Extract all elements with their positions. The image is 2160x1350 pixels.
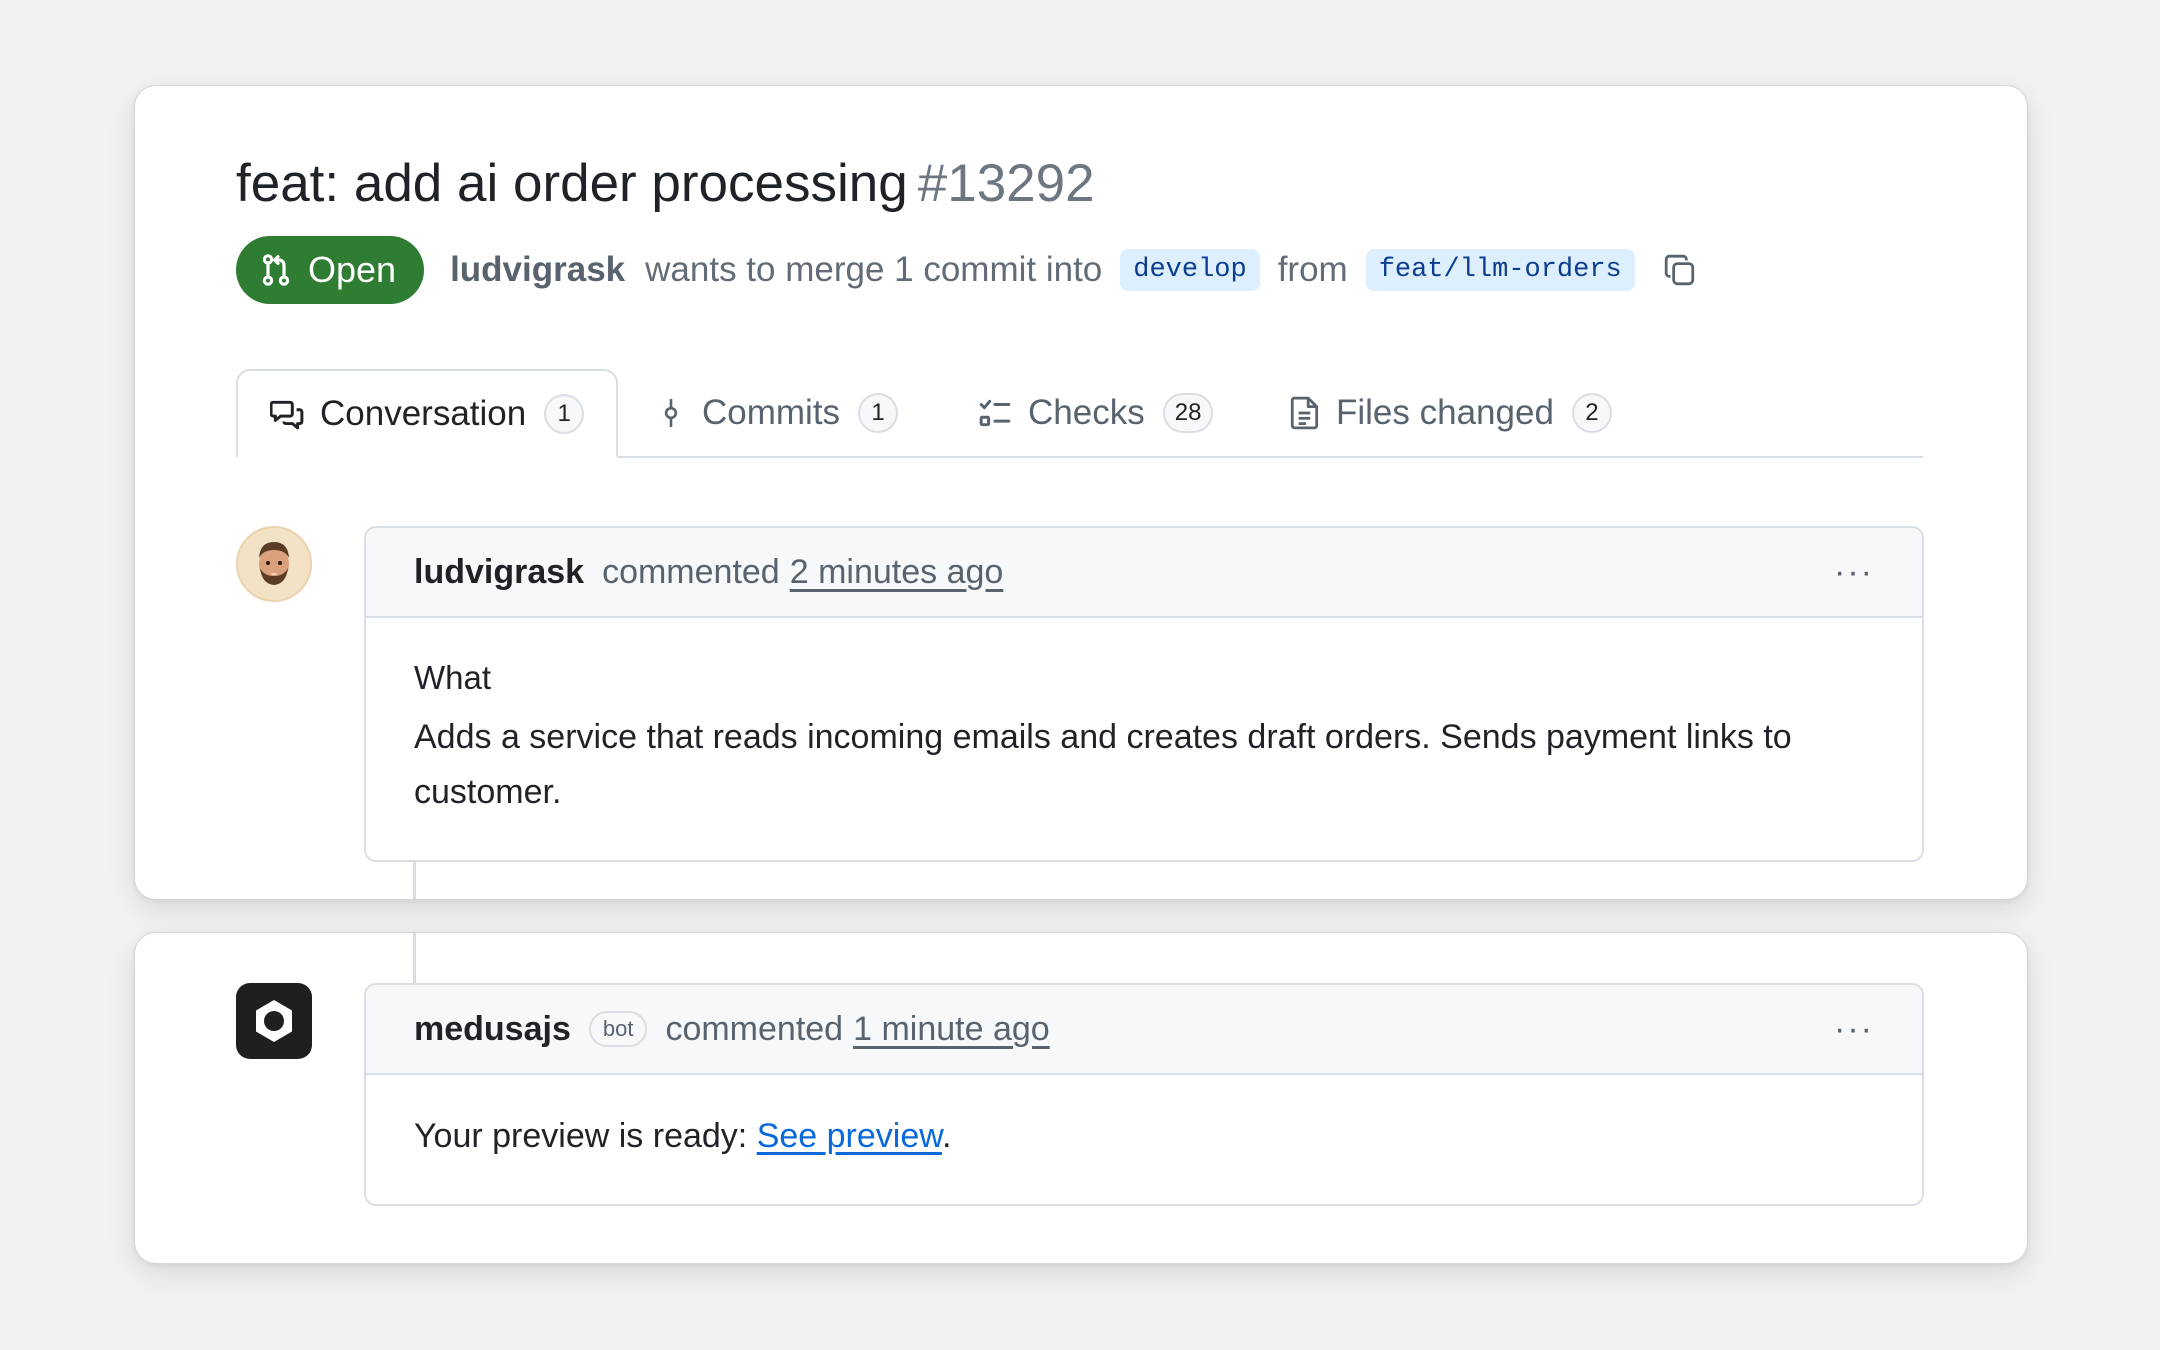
head-branch[interactable]: feat/llm-orders <box>1365 249 1635 291</box>
comment-body: Your preview is ready: See preview. <box>366 1075 1922 1204</box>
file-diff-icon <box>1290 396 1319 429</box>
tab-label: Conversation <box>320 393 527 433</box>
comment-author-link[interactable]: medusajs <box>414 1010 571 1049</box>
from-text: from <box>1277 250 1348 289</box>
comment-text: Your preview is ready: <box>414 1117 757 1155</box>
pr-subheader: Open ludvigrask wants to merge 1 commit … <box>236 236 1697 304</box>
tab-counter: 1 <box>544 393 585 434</box>
pr-tabs: Conversation 1 Commits 1 Checks 28 Files… <box>236 369 1923 458</box>
pull-request-card: feat: add ai order processing #13292 Open… <box>134 85 2028 900</box>
comment-heading: What <box>414 659 492 696</box>
pull-request-card-continued: medusajs bot commented 1 minute ago ··· … <box>134 932 2028 1264</box>
medusa-logo-icon <box>256 1000 292 1042</box>
tab-label: Files changed <box>1336 392 1554 432</box>
kebab-menu-icon[interactable]: ··· <box>1834 985 1874 1073</box>
comment-header: ludvigrask commented 2 minutes ago ··· <box>366 528 1922 618</box>
base-branch[interactable]: develop <box>1120 249 1260 291</box>
pr-author-link[interactable]: ludvigrask <box>450 250 625 290</box>
comment-timestamp-link[interactable]: 1 minute ago <box>853 1010 1050 1049</box>
git-pull-request-icon <box>262 254 290 286</box>
comment-text-end: . <box>941 1117 952 1155</box>
pr-number: #13292 <box>917 154 1095 213</box>
kebab-menu-icon[interactable]: ··· <box>1834 528 1874 616</box>
merge-description: wants to merge 1 commit into <box>645 250 1103 289</box>
tab-counter: 28 <box>1162 392 1214 433</box>
tab-checks[interactable]: Checks 28 <box>978 369 1214 456</box>
bot-avatar[interactable] <box>236 983 312 1059</box>
avatar[interactable] <box>236 526 312 602</box>
tab-commits[interactable]: Commits 1 <box>656 369 899 456</box>
user-avatar-icon <box>259 542 289 585</box>
comment-header: medusajs bot commented 1 minute ago ··· <box>366 985 1922 1075</box>
tab-label: Commits <box>702 392 841 432</box>
tab-label: Checks <box>1028 392 1145 432</box>
comment-body: What Adds a service that reads incoming … <box>366 618 1922 860</box>
tab-conversation[interactable]: Conversation 1 <box>236 369 619 458</box>
comment-timestamp-link[interactable]: 2 minutes ago <box>790 553 1004 592</box>
checklist-icon <box>979 399 1011 426</box>
timeline-connector <box>413 933 416 983</box>
page-title: feat: add ai order processing #13292 <box>236 152 1095 216</box>
comment-action: commented <box>602 552 780 591</box>
tab-counter: 2 <box>1571 392 1612 433</box>
state-label: Open <box>308 249 397 290</box>
tab-counter: 1 <box>858 392 899 433</box>
comment-text: Adds a service that reads incoming email… <box>414 718 1792 811</box>
tab-files-changed[interactable]: Files changed 2 <box>1290 369 1612 456</box>
open-state-badge: Open <box>236 236 425 304</box>
pr-title-text: feat: add ai order processing <box>236 154 908 213</box>
comment-card: ludvigrask commented 2 minutes ago ··· W… <box>364 526 1924 862</box>
comment-card: medusajs bot commented 1 minute ago ··· … <box>364 983 1924 1206</box>
git-commit-icon <box>664 398 678 427</box>
copy-branch-icon[interactable] <box>1663 253 1697 287</box>
comment-discussion-icon <box>270 400 304 429</box>
see-preview-link[interactable]: See preview <box>757 1117 942 1155</box>
bot-badge: bot <box>588 1011 648 1047</box>
comment-action: commented <box>665 1009 844 1048</box>
comment-author-link[interactable]: ludvigrask <box>414 553 584 592</box>
